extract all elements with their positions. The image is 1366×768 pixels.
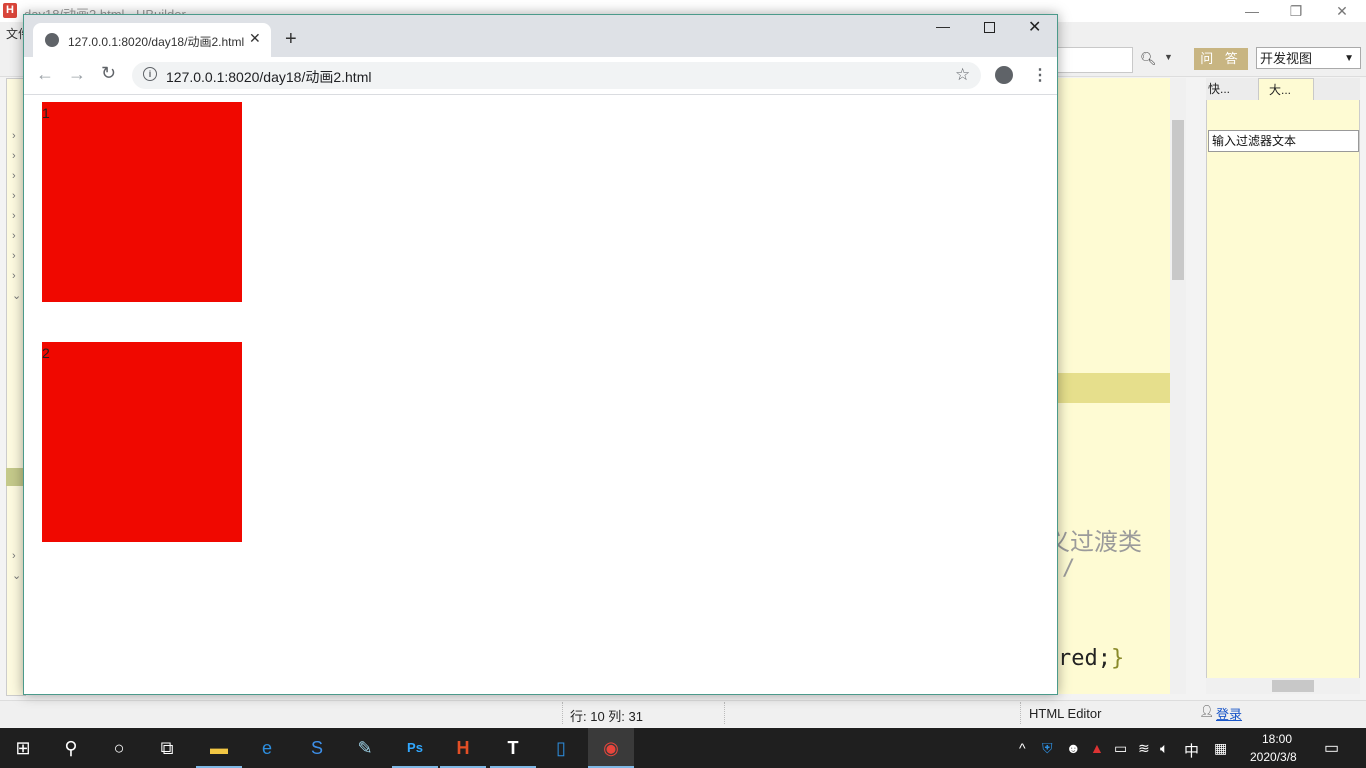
- search-icon[interactable]: 🔍︎: [1140, 51, 1157, 67]
- windows-start-icon[interactable]: ⊞: [0, 728, 46, 768]
- scrollbar-thumb[interactable]: [1272, 680, 1314, 692]
- back-arrow-icon[interactable]: ←: [36, 64, 54, 85]
- keyboard-icon[interactable]: ▦: [1214, 740, 1227, 757]
- editor-code-text: red;: [1058, 646, 1111, 671]
- box-1-label: 1: [42, 105, 50, 121]
- hbuilder-close-button[interactable]: ✕: [1328, 2, 1356, 20]
- editor-comment-end: /: [1062, 556, 1076, 581]
- tree-expand-icon[interactable]: ›: [12, 230, 16, 242]
- user-icon: 👤︎: [1199, 704, 1215, 718]
- tree-collapse-icon[interactable]: ⌄: [12, 569, 21, 582]
- chevron-down-icon: ▼: [1344, 53, 1354, 64]
- editor-brace: }: [1110, 646, 1125, 671]
- filter-input[interactable]: 输入过滤器文本: [1208, 130, 1359, 152]
- tree-expand-icon[interactable]: ›: [12, 130, 16, 142]
- clock-time[interactable]: 18:00: [1262, 732, 1292, 746]
- tab-quick[interactable]: 快...: [1208, 80, 1230, 97]
- status-divider: [1020, 702, 1022, 724]
- tree-selected-item[interactable]: [6, 468, 24, 486]
- tree-collapse-icon[interactable]: ⌄: [12, 289, 21, 302]
- editor-comment-text: 义过渡类: [1046, 528, 1142, 556]
- app-tray-icon[interactable]: ▲: [1090, 740, 1104, 756]
- status-divider: [724, 702, 726, 724]
- new-tab-button[interactable]: +: [285, 28, 297, 51]
- outline-panel: [1206, 78, 1360, 694]
- typora-icon[interactable]: T: [490, 728, 536, 768]
- url-text[interactable]: 127.0.0.1:8020/day18/动画2.html: [166, 67, 371, 87]
- battery-icon[interactable]: ▭: [1114, 740, 1127, 757]
- hbuilder-search-input[interactable]: [1058, 47, 1133, 73]
- shield-icon[interactable]: ⛨: [1042, 740, 1053, 757]
- view-select[interactable]: 开发视图 ▼: [1256, 47, 1361, 69]
- profile-avatar-icon[interactable]: [995, 66, 1013, 84]
- close-tab-icon[interactable]: ✕: [249, 30, 261, 47]
- box-2-label: 2: [42, 345, 50, 361]
- tree-expand-icon[interactable]: ›: [12, 210, 16, 222]
- info-icon[interactable]: i: [143, 67, 157, 81]
- editor-current-line: [1058, 373, 1170, 403]
- edge-icon[interactable]: e: [244, 728, 290, 768]
- kebab-menu-icon[interactable]: ⋮: [1032, 65, 1048, 85]
- minimize-button[interactable]: —: [936, 18, 950, 34]
- wifi-icon[interactable]: ≋: [1138, 740, 1150, 757]
- volume-icon[interactable]: 🔈︎: [1160, 740, 1168, 757]
- qq-icon[interactable]: ☻: [1066, 740, 1081, 756]
- notification-icon[interactable]: ▭: [1324, 738, 1339, 758]
- tree-expand-icon[interactable]: ›: [12, 270, 16, 282]
- login-link[interactable]: 登录: [1216, 704, 1242, 723]
- tray-expand-icon[interactable]: ^: [1019, 740, 1026, 756]
- cortana-icon[interactable]: ○: [96, 728, 142, 768]
- hbuilder-logo-icon: H: [3, 3, 17, 18]
- tree-expand-icon[interactable]: ›: [12, 150, 16, 162]
- hbuilder-minimize-button[interactable]: —: [1238, 2, 1266, 20]
- tab-outline-label: 大...: [1269, 83, 1292, 97]
- chrome-icon[interactable]: ◉: [588, 728, 634, 768]
- status-divider: [562, 702, 564, 724]
- forward-arrow-icon[interactable]: →: [68, 64, 86, 85]
- animated-box-2: [42, 342, 242, 542]
- hbuilder-statusbar: [0, 700, 1366, 727]
- animated-box-1: [42, 102, 242, 302]
- notepad-icon[interactable]: ✎: [342, 728, 388, 768]
- phone-icon[interactable]: ▯: [538, 728, 584, 768]
- ask-button[interactable]: 问 答: [1194, 48, 1248, 70]
- bookmark-star-icon[interactable]: ☆: [955, 65, 970, 85]
- tree-expand-icon[interactable]: ›: [12, 250, 16, 262]
- search-icon[interactable]: ⚲: [48, 728, 94, 768]
- tab-outline[interactable]: 大...: [1258, 78, 1314, 100]
- clock-date[interactable]: 2020/3/8: [1250, 750, 1297, 764]
- status-cursor-position: 行: 10 列: 31: [570, 709, 643, 724]
- task-view-icon[interactable]: ⧉: [144, 728, 190, 768]
- scrollbar-thumb[interactable]: [1172, 120, 1184, 280]
- sogou-browser-icon[interactable]: S: [294, 728, 340, 768]
- file-explorer-icon[interactable]: ▬: [196, 728, 242, 768]
- globe-icon: [45, 33, 59, 47]
- hbuilder-restore-button[interactable]: ❐: [1282, 2, 1310, 20]
- tree-expand-icon[interactable]: ›: [12, 170, 16, 182]
- reload-icon[interactable]: ↻: [101, 63, 116, 84]
- ime-indicator[interactable]: 中: [1184, 740, 1199, 761]
- tab-title: 127.0.0.1:8020/day18/动画2.html: [68, 35, 244, 49]
- tree-expand-icon[interactable]: ›: [12, 550, 16, 562]
- chevron-down-icon[interactable]: ▼: [1164, 52, 1173, 62]
- maximize-button[interactable]: [984, 22, 995, 33]
- editor-code-line: red;}: [1058, 646, 1124, 671]
- close-button[interactable]: ✕: [1028, 17, 1041, 37]
- tree-expand-icon[interactable]: ›: [12, 190, 16, 202]
- view-select-value: 开发视图: [1260, 51, 1313, 66]
- photoshop-icon[interactable]: Ps: [392, 728, 438, 768]
- hbuilder-icon[interactable]: H: [440, 728, 486, 768]
- status-editor-type: HTML Editor: [1029, 706, 1102, 721]
